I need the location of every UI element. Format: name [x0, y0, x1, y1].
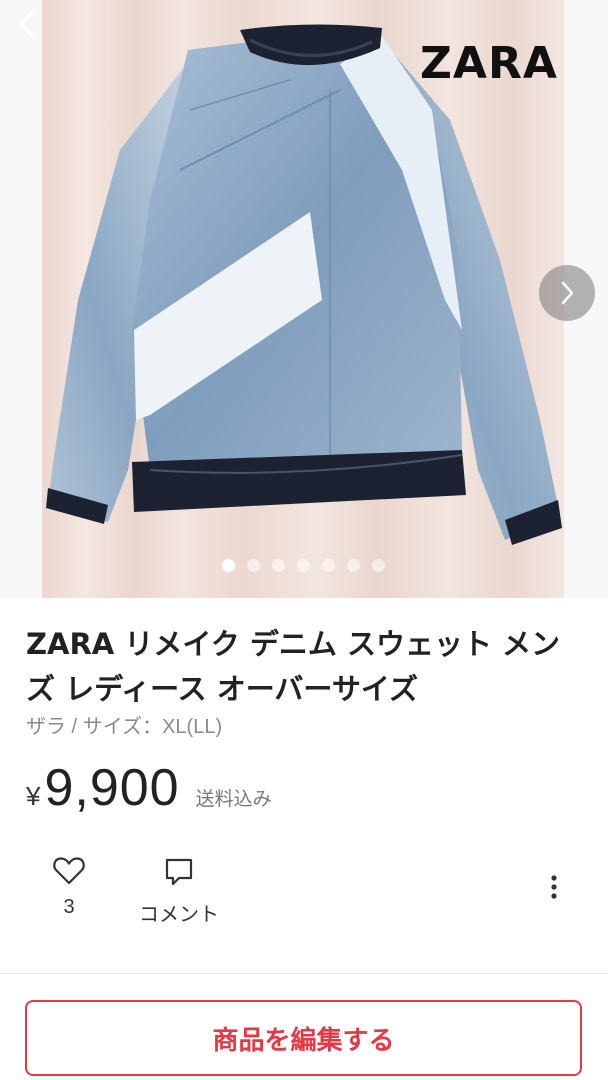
pagination-dot[interactable]	[272, 559, 285, 572]
brand-logo-overlay: ZARA	[420, 38, 558, 89]
denim-sweatshirt-photo	[46, 24, 562, 545]
chevron-left-icon	[20, 8, 36, 40]
comment-icon	[165, 858, 193, 886]
product-title: ZARA リメイク デニム スウェット メンズ レディース オーバーサイズ	[26, 627, 561, 706]
next-image-button[interactable]	[539, 265, 595, 321]
pagination-dot[interactable]	[222, 559, 235, 572]
chevron-right-icon	[561, 281, 574, 305]
price-row: ¥ 9,900 送料込み	[26, 758, 272, 822]
shipping-included-label: 送料込み	[195, 788, 272, 810]
action-bar: 3 コメント	[0, 852, 608, 932]
comment-button[interactable]: コメント	[124, 856, 234, 927]
pagination-dot[interactable]	[297, 559, 310, 572]
pagination-dot[interactable]	[247, 559, 260, 572]
currency-symbol: ¥	[26, 781, 41, 811]
comment-label: コメント	[139, 902, 219, 926]
pagination-dot[interactable]	[372, 559, 385, 572]
divider	[0, 973, 608, 974]
pagination-dot[interactable]	[322, 559, 335, 572]
like-button[interactable]: 3	[44, 856, 94, 919]
like-count: 3	[63, 896, 75, 918]
product-image[interactable]: ZARA	[0, 0, 608, 598]
pagination-dot[interactable]	[347, 559, 360, 572]
heart-icon	[53, 857, 85, 885]
image-pagination-dots	[222, 559, 385, 572]
price-value: 9,900	[44, 759, 180, 817]
product-brand-size: ザラ / サイズ：XL(LL)	[26, 716, 223, 738]
edit-item-button[interactable]: 商品を編集する	[25, 1000, 582, 1076]
back-button[interactable]	[14, 6, 44, 42]
more-vertical-icon	[551, 875, 557, 899]
more-options-button[interactable]	[540, 874, 568, 904]
